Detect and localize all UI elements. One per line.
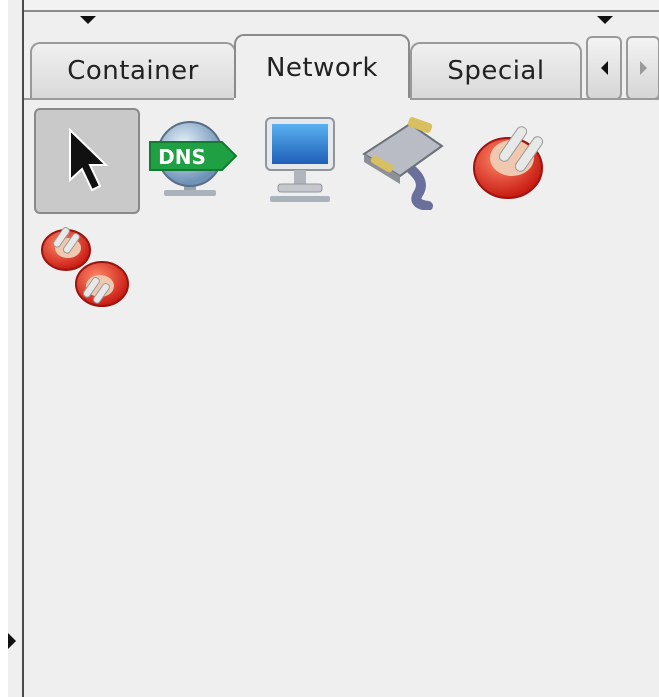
panel-top-border (24, 0, 659, 12)
expand-arrow-icon[interactable] (8, 633, 16, 649)
tool-connection[interactable] (36, 216, 136, 316)
tab-scroll-right-button[interactable] (626, 36, 659, 100)
tab-label: Special (447, 56, 545, 86)
tab-label: Container (67, 56, 199, 86)
dns-globe-icon: DNS (149, 121, 238, 196)
dns-label: DNS (158, 145, 206, 169)
panel-splitter[interactable] (22, 0, 24, 697)
tab-label: Network (265, 53, 379, 83)
arrow-pointer-icon (69, 127, 109, 192)
tool-computer[interactable] (250, 110, 350, 210)
tab-scroll-left-button[interactable] (586, 36, 622, 100)
tool-serial-cable[interactable] (356, 110, 456, 210)
chevron-left-icon (600, 61, 608, 75)
active-tab-gap (234, 98, 410, 100)
tab-special[interactable]: Special (410, 42, 582, 98)
red-plug-icon (473, 126, 544, 199)
dropdown-arrow-icon[interactable] (597, 16, 613, 24)
tab-container[interactable]: Container (30, 42, 236, 98)
tool-pointer[interactable] (34, 108, 140, 214)
chevron-right-icon (639, 61, 647, 75)
tool-plug[interactable] (462, 110, 562, 210)
tool-dns-server[interactable]: DNS (140, 110, 240, 210)
plug-pair-icon (41, 226, 129, 307)
serial-cable-icon (362, 117, 444, 210)
dropdown-arrow-icon[interactable] (80, 16, 96, 24)
tab-network[interactable]: Network (234, 34, 410, 100)
window-edge (0, 0, 8, 697)
monitor-icon (265, 117, 335, 202)
